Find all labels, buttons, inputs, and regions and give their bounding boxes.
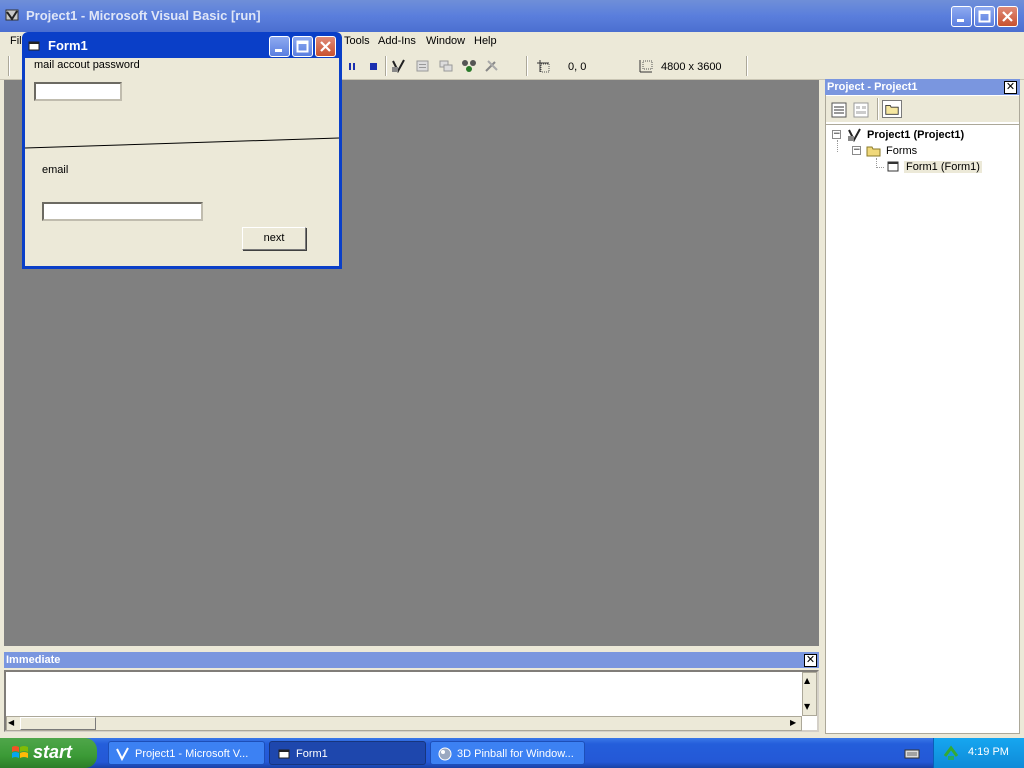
- tree-collapse-root[interactable]: −: [832, 130, 841, 139]
- form1-close-button[interactable]: [315, 36, 336, 57]
- windows-logo-icon: [12, 746, 28, 758]
- form-icon: [887, 161, 899, 172]
- maximize-icon: [296, 40, 309, 53]
- form1-title: Form1: [48, 38, 88, 53]
- next-button[interactable]: next: [242, 227, 306, 250]
- taskbar-item-vb[interactable]: Project1 - Microsoft V...: [108, 741, 265, 765]
- tree-line: [876, 158, 884, 168]
- menu-window[interactable]: Window: [426, 35, 465, 47]
- toolbar-separator: [385, 56, 387, 76]
- maximize-icon: [978, 10, 991, 23]
- minimize-icon: [957, 19, 964, 22]
- close-icon: [1002, 11, 1013, 22]
- toolbar-separator: [746, 56, 748, 76]
- pinball-icon: [438, 747, 452, 761]
- start-label: start: [33, 742, 73, 762]
- minimize-icon: [275, 49, 282, 52]
- app-title: Project1 - Microsoft Visual Basic [run]: [26, 8, 261, 23]
- visual-basic-app-icon: [5, 9, 19, 21]
- folder-open-icon: [866, 146, 881, 157]
- view-code-icon[interactable]: [831, 102, 847, 118]
- toolbar-separator: [877, 98, 879, 120]
- end-icon[interactable]: [365, 58, 383, 74]
- immediate-close-button[interactable]: ✕: [804, 654, 817, 667]
- size-readout: 4800 x 3600: [661, 61, 722, 73]
- tree-item-forms[interactable]: Forms: [886, 145, 917, 157]
- tree-item-project[interactable]: Project1 (Project1): [867, 129, 964, 141]
- project-explorer-panel: [825, 79, 1020, 734]
- tree-collapse-forms[interactable]: −: [852, 146, 861, 155]
- toolbar-separator: [8, 56, 10, 76]
- size-icon: [639, 60, 653, 73]
- form1-minimize-button[interactable]: [269, 36, 290, 57]
- close-icon: [320, 41, 331, 52]
- menu-help[interactable]: Help: [474, 35, 497, 47]
- project-panel-title: Project - Project1: [825, 79, 1020, 95]
- form1-client-area: mail accout password email next: [25, 58, 339, 266]
- form-window-icon: [278, 749, 290, 759]
- immediate-horizontal-scrollbar[interactable]: [6, 716, 802, 731]
- minimize-button[interactable]: [951, 6, 972, 27]
- form1-window[interactable]: Form1 mail accout password email next: [22, 32, 342, 269]
- main-title-bar[interactable]: Project1 - Microsoft Visual Basic [run]: [0, 0, 1024, 32]
- toolbar-separator: [526, 56, 528, 76]
- view-object-icon[interactable]: [853, 102, 869, 118]
- divider-line: [25, 137, 339, 149]
- immediate-window-title: Immediate: [4, 652, 819, 668]
- clock[interactable]: 4:19 PM: [968, 746, 1009, 758]
- tree-line: [837, 140, 838, 152]
- menu-tools[interactable]: Tools: [344, 35, 370, 47]
- menu-add-ins[interactable]: Add-Ins: [378, 35, 416, 47]
- position-icon: [537, 60, 550, 73]
- close-button[interactable]: [997, 6, 1018, 27]
- email-input[interactable]: [42, 202, 203, 221]
- scroll-down-icon[interactable]: ▼: [804, 702, 810, 711]
- system-tray: 4:19 PM: [933, 738, 1024, 768]
- project-panel-close-button[interactable]: ✕: [1004, 81, 1017, 94]
- toggle-folders-icon[interactable]: [882, 100, 902, 118]
- keyboard-icon[interactable]: [904, 745, 920, 761]
- break-icon[interactable]: [343, 58, 361, 74]
- form1-window-icon: [28, 41, 40, 51]
- form1-maximize-button[interactable]: [292, 36, 313, 57]
- panel-divider: [826, 124, 1019, 125]
- start-button[interactable]: start: [0, 738, 97, 768]
- password-input[interactable]: [34, 82, 122, 101]
- email-label: email: [42, 164, 69, 176]
- maximize-button[interactable]: [974, 6, 995, 27]
- visual-basic-app-icon: [116, 747, 129, 762]
- taskbar-item-pinball[interactable]: 3D Pinball for Window...: [430, 741, 585, 765]
- scroll-left-icon[interactable]: ◀: [8, 718, 14, 727]
- properties-window-icon[interactable]: [414, 58, 432, 74]
- taskbar-item-form1[interactable]: Form1: [269, 741, 426, 765]
- network-icon[interactable]: [942, 744, 960, 762]
- position-readout: 0, 0: [568, 61, 587, 73]
- toolbox-icon[interactable]: [483, 58, 501, 74]
- project-explorer-icon[interactable]: [390, 58, 408, 74]
- tree-item-form1[interactable]: Form1 (Form1): [904, 161, 982, 173]
- scroll-right-icon[interactable]: ▶: [790, 718, 796, 727]
- form-layout-icon[interactable]: [437, 58, 455, 74]
- scroll-up-icon[interactable]: ▲: [804, 676, 810, 685]
- project-icon: [848, 128, 861, 143]
- horizontal-scroll-thumb[interactable]: [20, 717, 96, 730]
- password-label: mail accout password: [34, 59, 140, 71]
- object-browser-icon[interactable]: [460, 58, 478, 74]
